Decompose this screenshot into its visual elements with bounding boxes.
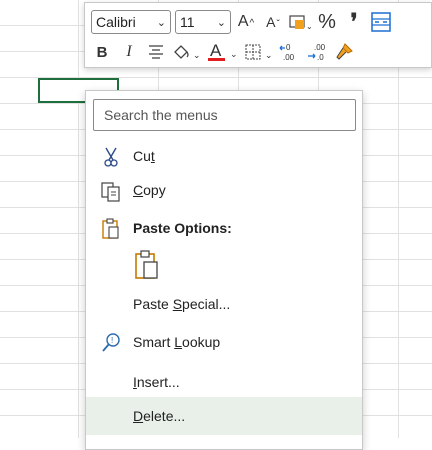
merge-center-button[interactable] xyxy=(370,10,392,34)
paste-options-header: Paste Options: xyxy=(86,209,362,247)
merge-cells-icon xyxy=(371,12,391,32)
svg-text:⌄: ⌄ xyxy=(306,22,311,31)
menu-item-cut-label: Cut xyxy=(133,148,155,164)
paintbrush-icon xyxy=(336,43,353,60)
mini-toolbar-row-1: Calibri ⌄ 11 ⌄ A^ Aˇ ⌄ % ❜ xyxy=(91,9,397,35)
decrease-font-size-icon: Aˇ xyxy=(266,14,280,30)
currency-icon: ⌄ xyxy=(289,15,311,31)
paint-bucket-icon: ⌄ xyxy=(174,45,201,60)
font-name-value: Calibri xyxy=(96,14,136,30)
paste-clipboard-icon xyxy=(135,250,158,279)
bold-icon: B xyxy=(96,43,108,61)
menu-item-insert-label: Insert... xyxy=(133,374,180,390)
increase-font-size-button[interactable]: A^ xyxy=(235,10,257,34)
align-center-icon xyxy=(149,45,163,59)
menu-item-delete[interactable]: Delete... xyxy=(86,397,362,435)
menu-item-smart-lookup[interactable]: ! Smart Lookup xyxy=(86,323,362,361)
font-size-dropdown[interactable]: 11 ⌄ xyxy=(175,10,231,34)
borders-button[interactable]: ⌄ xyxy=(244,40,274,64)
decrease-decimal-button[interactable]: .00 .0 xyxy=(306,40,328,64)
smart-lookup-icon: ! xyxy=(100,332,122,354)
font-color-button[interactable]: A ⌄ xyxy=(207,40,239,64)
decrease-decimal-icon: .00 .0 xyxy=(308,43,326,62)
font-color-icon: A ⌄ xyxy=(208,41,238,61)
menu-item-paste-special[interactable]: Paste Special... xyxy=(86,285,362,323)
svg-text:⌄: ⌄ xyxy=(193,50,201,60)
increase-decimal-button[interactable]: 0 .00 xyxy=(279,40,301,64)
menu-item-insert[interactable]: Insert... xyxy=(86,363,362,401)
copy-icon xyxy=(100,180,122,202)
comma-icon: ❜ xyxy=(350,9,358,34)
font-size-value: 11 xyxy=(180,14,195,30)
percent-style-button[interactable]: % xyxy=(316,10,338,34)
menu-item-copy[interactable]: Copy xyxy=(86,171,362,209)
format-painter-button[interactable] xyxy=(333,40,355,64)
bold-button[interactable]: B xyxy=(91,40,113,64)
menu-item-delete-label: Delete... xyxy=(133,408,186,424)
context-menu: Cut Copy Paste Options: xyxy=(85,90,363,450)
svg-text:A: A xyxy=(210,41,222,60)
svg-text:0: 0 xyxy=(286,43,291,52)
comma-style-button[interactable]: ❜ xyxy=(343,9,365,34)
paste-options-label: Paste Options: xyxy=(133,220,232,236)
mini-toolbar: Calibri ⌄ 11 ⌄ A^ Aˇ ⌄ % ❜ B I ⌄ A ⌄ ⌄ 0… xyxy=(84,2,432,68)
italic-button[interactable]: I xyxy=(118,40,140,64)
percent-icon: % xyxy=(318,10,336,33)
decrease-font-size-button[interactable]: Aˇ xyxy=(262,10,284,34)
align-center-button[interactable] xyxy=(145,40,167,64)
svg-text:.00: .00 xyxy=(283,53,295,62)
svg-text:⌄: ⌄ xyxy=(230,49,238,59)
menu-item-cut[interactable]: Cut xyxy=(86,137,362,175)
clipboard-icon xyxy=(100,218,122,240)
menu-item-paste-special-label: Paste Special... xyxy=(133,296,231,312)
italic-icon: I xyxy=(126,43,132,60)
svg-text:!: ! xyxy=(111,336,113,345)
scissors-icon xyxy=(100,146,122,168)
borders-icon: ⌄ xyxy=(245,44,273,60)
svg-text:⌄: ⌄ xyxy=(265,50,273,60)
svg-text:.00: .00 xyxy=(314,43,326,52)
menu-search-box[interactable] xyxy=(93,99,356,131)
increase-font-size-icon: A^ xyxy=(237,13,255,30)
svg-text:.0: .0 xyxy=(317,53,324,62)
paste-button[interactable] xyxy=(130,247,164,283)
fill-color-button[interactable]: ⌄ xyxy=(172,40,202,64)
menu-item-copy-label: Copy xyxy=(133,182,166,198)
increase-decimal-icon: 0 .00 xyxy=(279,43,295,62)
accounting-format-button[interactable]: ⌄ xyxy=(289,10,311,34)
mini-toolbar-row-2: B I ⌄ A ⌄ ⌄ 0 .00 .00 .0 xyxy=(91,39,360,65)
font-name-dropdown[interactable]: Calibri ⌄ xyxy=(91,10,171,34)
chevron-down-icon: ⌄ xyxy=(156,16,166,29)
menu-item-smart-lookup-label: Smart Lookup xyxy=(133,334,221,350)
chevron-down-icon: ⌄ xyxy=(216,16,226,29)
menu-search-input[interactable] xyxy=(102,106,346,124)
